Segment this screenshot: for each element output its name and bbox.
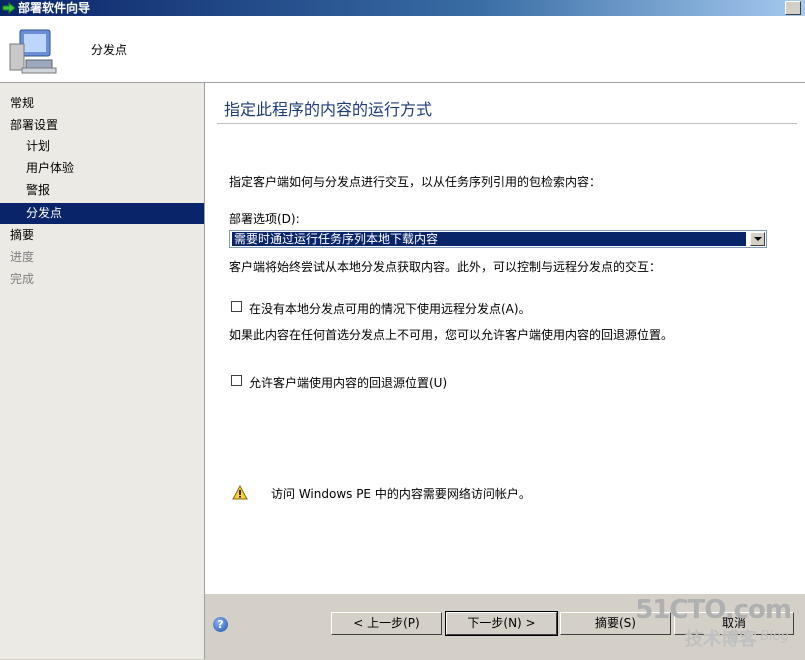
window-titlebar: 部署软件向导 [0, 0, 805, 16]
wizard-main-panel: 指定此程序的内容的运行方式 指定客户端如何与分发点进行交互，以从任务序列引用的包… [205, 83, 805, 593]
warning-icon [232, 485, 248, 500]
previous-button[interactable]: < 上一步(P) [331, 612, 442, 635]
deploy-option-label: 部署选项(D): [229, 212, 300, 226]
sidebar-item-schedule[interactable]: 计划 [0, 136, 204, 157]
title-divider [217, 123, 797, 124]
deploy-option-description: 客户端将始终尝试从本地分发点获取内容。此外，可以控制与远程分发点的交互： [229, 260, 662, 274]
fallback-checkbox-label[interactable]: 允许客户端使用内容的回退源位置(U) [249, 374, 447, 391]
computer-icon [9, 29, 57, 74]
summary-button[interactable]: 摘要(S) [560, 612, 671, 635]
sidebar-item-general[interactable]: 常规 [0, 93, 204, 114]
sidebar-item-user-experience[interactable]: 用户体验 [0, 158, 204, 179]
header-title: 分发点 [91, 43, 128, 57]
sidebar-item-progress: 进度 [10, 250, 35, 264]
fallback-description: 如果此内容在任何首选分发点上不可用，您可以允许客户端使用内容的回退源位置。 [229, 328, 674, 342]
sidebar-item-distribution-points[interactable]: 分发点 [0, 203, 204, 224]
sidebar-item-summary[interactable]: 摘要 [0, 225, 204, 246]
sidebar-item-alerts[interactable]: 警报 [0, 180, 204, 201]
fallback-checkbox[interactable] [231, 375, 242, 386]
next-button[interactable]: 下一步(N) > [445, 611, 558, 636]
intro-text: 指定客户端如何与分发点进行交互，以从任务序列引用的包检索内容： [229, 175, 602, 189]
help-icon[interactable]: ? [213, 617, 228, 632]
page-title: 指定此程序的内容的运行方式 [224, 100, 433, 119]
wizard-header: 分发点 [0, 16, 805, 83]
cancel-button[interactable]: 取消 [674, 612, 794, 635]
deploy-option-select[interactable]: 需要时通过运行任务序列本地下载内容 [229, 230, 767, 248]
wizard-sidebar: 常规 部署设置 计划 用户体验 警报 分发点 摘要 进度 完成 [0, 83, 205, 659]
remote-dp-checkbox[interactable] [231, 301, 242, 312]
wizard-footer: ? < 上一步(P) 下一步(N) > 摘要(S) 取消 [205, 593, 805, 660]
wizard-arrow-icon [2, 2, 16, 14]
sidebar-item-deployment-settings[interactable]: 部署设置 [0, 115, 204, 136]
chevron-down-icon[interactable] [750, 232, 765, 246]
close-button[interactable] [785, 1, 801, 15]
deploy-option-value: 需要时通过运行任务序列本地下载内容 [232, 232, 746, 246]
warning-text: 访问 Windows PE 中的内容需要网络访问帐户。 [271, 487, 531, 501]
window-title: 部署软件向导 [18, 1, 91, 15]
remote-dp-checkbox-label[interactable]: 在没有本地分发点可用的情况下使用远程分发点(A)。 [249, 300, 531, 317]
sidebar-item-completion: 完成 [10, 272, 35, 286]
